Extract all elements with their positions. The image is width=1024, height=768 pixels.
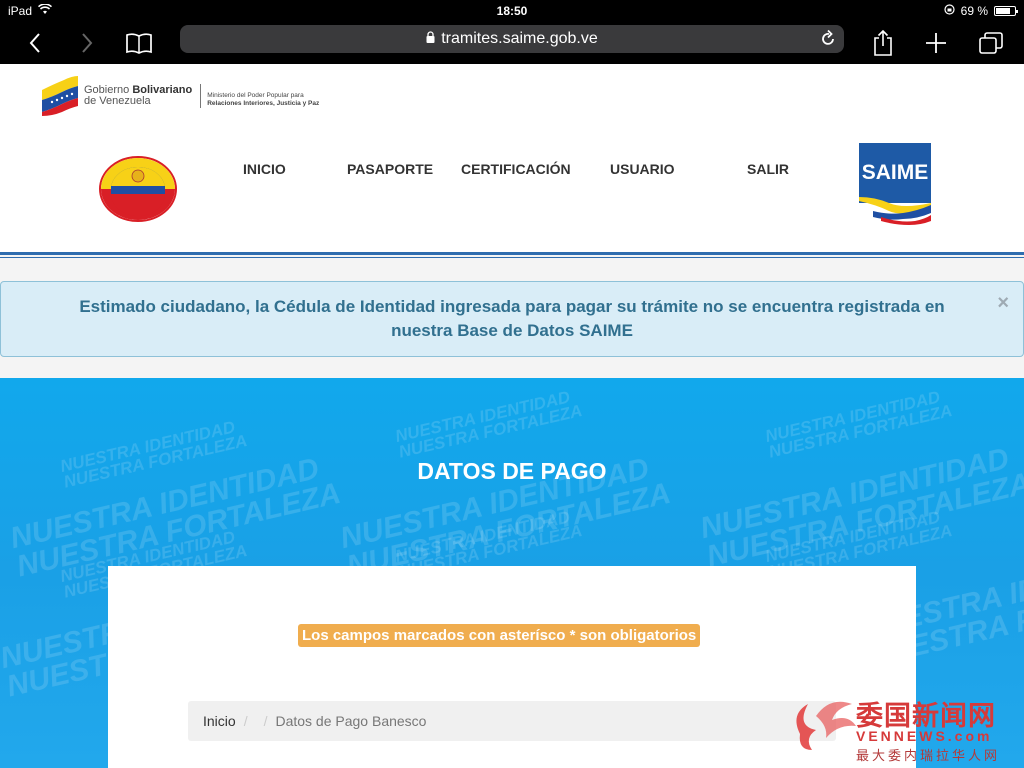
ministry-name: Ministerio del Poder Popular para Relaci… <box>200 84 319 108</box>
ministry-line1: Ministerio del Poder Popular para <box>207 92 304 99</box>
saime-logo[interactable]: SAIME <box>859 143 931 225</box>
vennews-watermark: 委国新闻网 VENNEWS.com 最大委内瑞拉华人网 <box>786 634 1022 766</box>
gov-name: Gobierno Bolivariano de Venezuela <box>84 85 192 107</box>
alert-info: Estimado ciudadano, la Cédula de Identid… <box>0 281 1024 357</box>
ministry-seal-icon <box>99 156 177 222</box>
breadcrumb-separator: / <box>263 713 268 729</box>
url-text: tramites.saime.gob.ve <box>441 30 598 47</box>
breadcrumb: Inicio / / Datos de Pago Banesco <box>188 701 836 741</box>
saime-flag-ribbon-icon <box>859 197 931 225</box>
breadcrumb-separator: / <box>243 713 248 729</box>
ministry-line2: Relaciones Interiores, Justicia y Paz <box>207 100 320 107</box>
lock-icon <box>426 30 435 48</box>
nav-inicio[interactable]: INICIO <box>243 161 286 177</box>
nav-pasaporte[interactable]: PASAPORTE <box>347 161 433 177</box>
vennews-tagline: 最大委内瑞拉华人网 <box>856 749 1001 764</box>
watermark-text: NUESTRA IDENTIDADNUESTRA FORTALEZA <box>393 387 585 462</box>
reload-icon[interactable] <box>820 29 836 52</box>
header-divider <box>0 252 1024 255</box>
alert-message-line1: Estimado ciudadano, la Cédula de Identid… <box>79 297 945 316</box>
gov-name-line2: de Venezuela <box>84 95 151 107</box>
tabs-icon[interactable] <box>976 28 1006 58</box>
status-right: 69 % <box>944 4 1018 18</box>
watermark-text: NUESTRA IDENTIDADNUESTRA FORTALEZA <box>763 387 955 462</box>
header-divider-thin <box>0 257 1024 258</box>
new-tab-icon[interactable] <box>921 28 951 58</box>
browser-toolbar: tramites.saime.gob.ve <box>0 22 1024 64</box>
nav-certificacion[interactable]: CERTIFICACIÓN <box>461 161 571 177</box>
battery-icon <box>994 6 1018 16</box>
gov-logo[interactable]: Gobierno Bolivariano de Venezuela Minist… <box>42 76 319 116</box>
breadcrumb-home-link[interactable]: Inicio <box>203 713 236 729</box>
nav-salir[interactable]: SALIR <box>747 161 789 177</box>
required-fields-notice: Los campos marcados con asterísco * son … <box>298 624 701 647</box>
back-icon[interactable] <box>20 28 50 58</box>
bookmarks-icon[interactable] <box>124 28 154 58</box>
orientation-lock-icon <box>944 4 955 18</box>
page-title: DATOS DE PAGO <box>417 458 607 484</box>
alert-close-button[interactable]: × <box>997 291 1009 315</box>
url-field[interactable]: tramites.saime.gob.ve <box>180 25 844 53</box>
alert-message-line2: nuestra Base de Datos SAIME <box>391 321 633 340</box>
share-icon[interactable] <box>868 28 898 58</box>
battery-percent: 69 % <box>960 4 988 18</box>
site-header: Gobierno Bolivariano de Venezuela Minist… <box>0 64 1024 258</box>
nav-usuario[interactable]: USUARIO <box>610 161 675 177</box>
breadcrumb-current: Datos de Pago Banesco <box>275 713 427 729</box>
venezuela-flag-icon <box>42 76 78 116</box>
vennews-en-name: VENNEWS.com <box>856 728 993 744</box>
status-time: 18:50 <box>496 4 528 18</box>
ios-status-bar: iPad 18:50 69 % <box>0 0 1024 22</box>
forward-icon[interactable] <box>72 28 102 58</box>
